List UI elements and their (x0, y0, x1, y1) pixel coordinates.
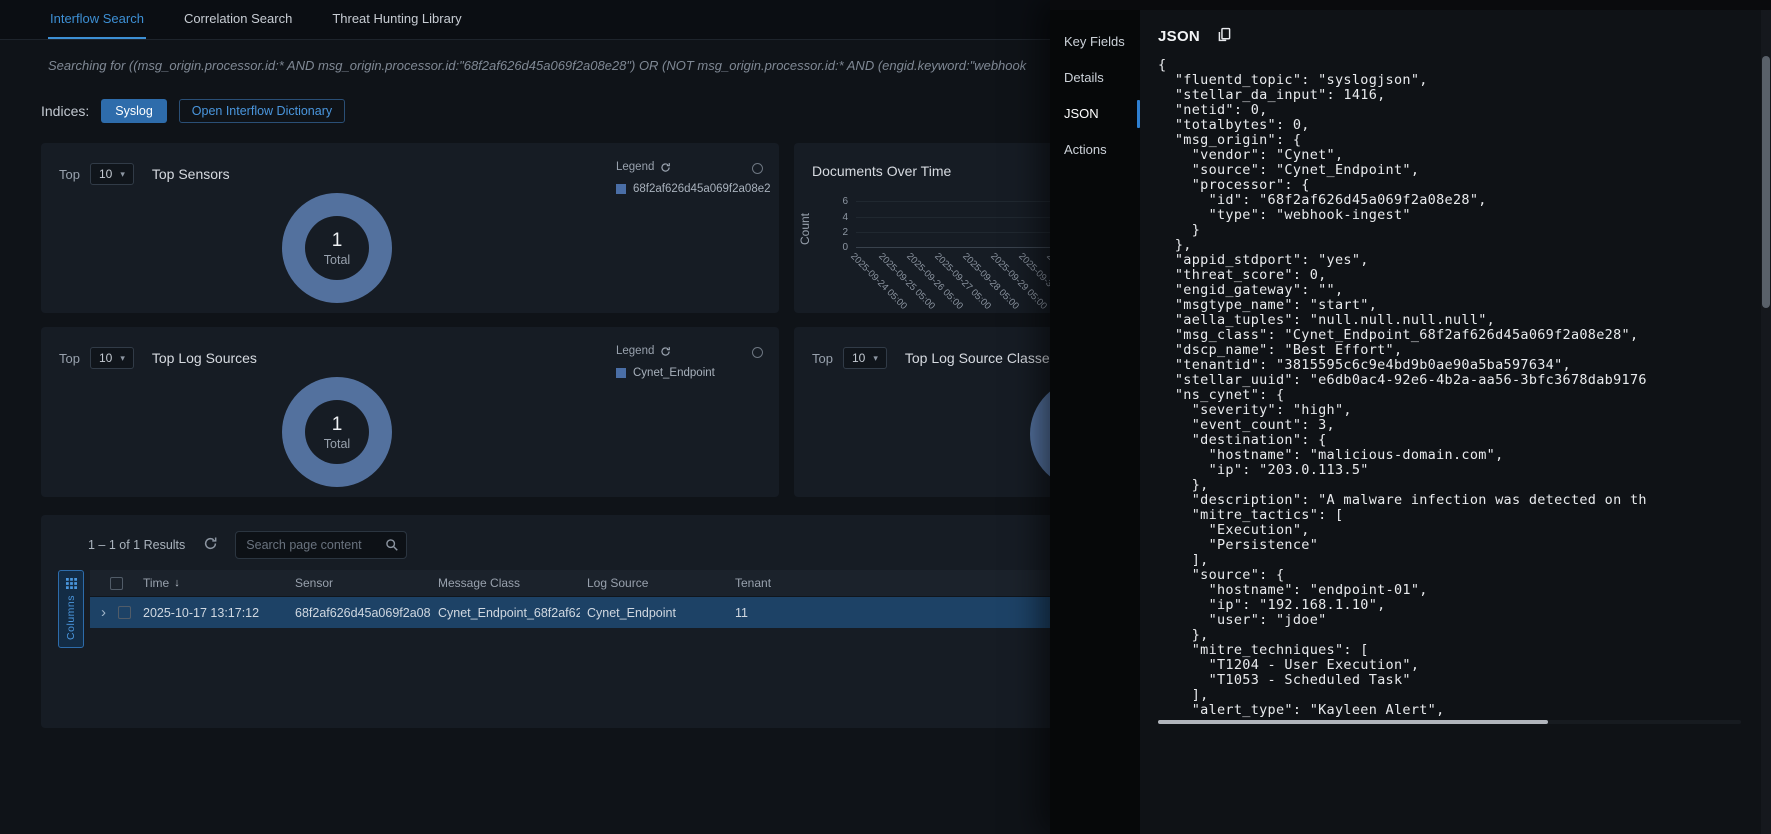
cell-tenant: 11 (735, 597, 795, 628)
open-interflow-dictionary-button[interactable]: Open Interflow Dictionary (179, 99, 345, 123)
donut-total-value: 1 (332, 414, 343, 436)
select-value: 10 (99, 167, 112, 181)
select-value: 10 (852, 351, 865, 365)
json-view: JSON { "fluentd_topic": "syslogjson", "s… (1140, 10, 1761, 834)
vertical-scrollbar-thumb[interactable] (1762, 56, 1770, 308)
chevron-down-icon: ▾ (873, 353, 878, 364)
top-label: Top (59, 351, 80, 366)
select-all-checkbox[interactable] (110, 577, 123, 590)
record-detail-panel: Key Fields Details JSON Actions JSON { "… (1050, 0, 1771, 834)
copy-json-button[interactable] (1214, 26, 1234, 46)
legend-item[interactable]: 68f2af626d45a069f2a08e28 (616, 183, 781, 195)
detail-panel-header-strip (1050, 0, 1771, 10)
column-header-message-class[interactable]: Message Class (438, 570, 580, 596)
detail-tab-actions[interactable]: Actions (1050, 132, 1140, 168)
column-header-tenant[interactable]: Tenant (735, 570, 795, 596)
columns-button[interactable]: Columns (58, 570, 84, 648)
top-count-select[interactable]: 10 ▾ (90, 347, 134, 369)
copy-icon (1216, 26, 1233, 43)
top-label: Top (812, 351, 833, 366)
chevron-down-icon: ▾ (120, 353, 125, 364)
column-header-label: Time (143, 576, 169, 590)
detail-tab-json[interactable]: JSON (1050, 96, 1140, 132)
detail-panel-nav: Key Fields Details JSON Actions (1050, 10, 1140, 834)
row-expand-icon[interactable]: › (101, 597, 106, 628)
app-root: Interflow Search Correlation Search Thre… (0, 0, 1771, 834)
vertical-scrollbar[interactable] (1761, 10, 1771, 834)
column-header-sensor[interactable]: Sensor (295, 570, 431, 596)
panel-top-log-sources: Top 10 ▾ Top Log Sources Legend Cynet_En… (41, 327, 779, 497)
tab-interflow-search[interactable]: Interflow Search (48, 0, 146, 39)
refresh-button[interactable] (201, 536, 219, 554)
row-checkbox[interactable] (118, 606, 131, 619)
legend-swatch (616, 184, 626, 194)
active-tab-indicator (1137, 100, 1140, 128)
tab-correlation-search[interactable]: Correlation Search (182, 0, 294, 39)
json-text: { "fluentd_topic": "syslogjson", "stella… (1158, 58, 1761, 718)
y-axis-tick-label: 0 (832, 242, 848, 253)
y-axis-tick-label: 2 (832, 227, 848, 238)
donut-chart-top-sensors[interactable]: 1 Total (282, 193, 392, 303)
legend-label: Legend (616, 161, 654, 173)
y-axis-label: Count (798, 213, 812, 245)
cell-sensor: 68f2af626d45a069f2a08e28 (295, 597, 431, 628)
donut-total-value: 1 (332, 230, 343, 252)
donut-center: 1 Total (305, 400, 369, 464)
tab-threat-hunting-library[interactable]: Threat Hunting Library (330, 0, 463, 39)
donut-center: 1 Total (305, 216, 369, 280)
select-value: 10 (99, 351, 112, 365)
horizontal-scrollbar[interactable] (1158, 720, 1741, 724)
chevron-down-icon: ▾ (120, 169, 125, 180)
panel-top-sensors: Top 10 ▾ Top Sensors Legend 68f2af626d45… (41, 143, 779, 313)
indices-row: Indices: Syslog Open Interflow Dictionar… (41, 99, 345, 123)
panel-title: Documents Over Time (812, 163, 951, 179)
legend-item-label: 68f2af626d45a069f2a08e28 (633, 183, 771, 195)
detail-tab-key-fields[interactable]: Key Fields (1050, 24, 1140, 60)
y-axis-tick-label: 6 (832, 196, 848, 207)
legend-item-label: Cynet_Endpoint (633, 367, 715, 379)
panel-title: Top Log Sources (152, 350, 257, 366)
legend-item[interactable]: Cynet_Endpoint (616, 367, 781, 379)
panel-title: Top Log Source Classes (905, 350, 1057, 366)
json-view-title: JSON (1158, 28, 1200, 45)
detail-tab-details[interactable]: Details (1050, 60, 1140, 96)
donut-total-label: Total (324, 437, 350, 451)
column-header-log-source[interactable]: Log Source (587, 570, 727, 596)
top-count-select[interactable]: 10 ▾ (843, 347, 887, 369)
legend-label: Legend (616, 345, 654, 357)
results-count: 1 – 1 of 1 Results (88, 538, 185, 552)
panel-title: Top Sensors (152, 166, 230, 182)
page-search (235, 531, 407, 559)
json-content: { "fluentd_topic": "syslogjson", "stella… (1158, 58, 1761, 718)
columns-button-label: Columns (65, 595, 77, 640)
legend-cycle-icon[interactable] (660, 162, 671, 173)
cell-time: 2025-10-17 13:17:12 (143, 597, 290, 628)
donut-total-label: Total (324, 253, 350, 267)
y-axis-tick-label: 4 (832, 212, 848, 223)
indices-label: Indices: (41, 103, 89, 119)
cell-log-source: Cynet_Endpoint (587, 597, 727, 628)
column-header-time[interactable]: Time ↓ (143, 570, 290, 596)
top-count-select[interactable]: 10 ▾ (90, 163, 134, 185)
sort-desc-icon: ↓ (174, 577, 180, 589)
cell-message-class: Cynet_Endpoint_68f2af626d45a069f2a08e28 (438, 597, 580, 628)
panel-options-circle-icon[interactable] (752, 163, 763, 174)
detail-tab-json-label: JSON (1064, 106, 1099, 121)
donut-chart-top-log-sources[interactable]: 1 Total (282, 377, 392, 487)
horizontal-scrollbar-thumb[interactable] (1158, 720, 1548, 724)
search-icon (385, 538, 399, 552)
search-input[interactable] (235, 531, 407, 559)
legend-cycle-icon[interactable] (660, 346, 671, 357)
panel-options-circle-icon[interactable] (752, 347, 763, 358)
legend-swatch (616, 368, 626, 378)
syslog-index-button[interactable]: Syslog (101, 99, 167, 123)
refresh-icon (203, 536, 218, 551)
grid-icon (66, 578, 77, 589)
top-label: Top (59, 167, 80, 182)
